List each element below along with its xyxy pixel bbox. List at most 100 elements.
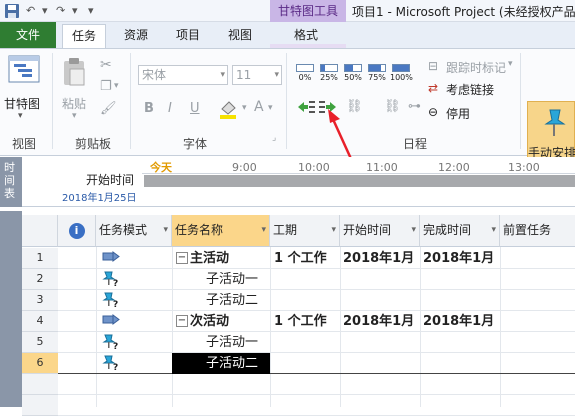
empty-row-header[interactable] <box>22 374 58 395</box>
font-size-combo[interactable]: 11 ▾ <box>232 65 282 85</box>
cut-icon[interactable]: ✂ <box>100 57 112 73</box>
tab-file[interactable]: 文件 <box>0 22 56 48</box>
duration-cell[interactable] <box>274 269 340 290</box>
column-header-duration[interactable]: 工期 ▾ <box>270 215 340 247</box>
tab-task[interactable]: 任务 <box>62 24 106 48</box>
collapse-icon[interactable]: − <box>176 252 188 264</box>
tab-format[interactable]: 格式 <box>286 24 326 48</box>
complete-0-button[interactable]: 0% <box>294 63 316 83</box>
grid-line <box>340 247 341 407</box>
start-cell[interactable] <box>343 332 420 353</box>
empty-row-header[interactable] <box>22 395 58 416</box>
task-name[interactable]: 子活动一 <box>206 269 270 290</box>
font-color-icon[interactable]: A <box>254 99 264 115</box>
start-cell[interactable]: 2018年1月 <box>343 248 420 269</box>
timeline-bar[interactable] <box>144 175 575 187</box>
select-all-header[interactable] <box>22 215 58 247</box>
split-task-icon[interactable]: ⊶ <box>408 99 421 114</box>
chevron-down-icon[interactable]: ▾ <box>163 215 168 245</box>
outdent-icon[interactable] <box>296 99 316 115</box>
gantt-chart-icon[interactable] <box>8 55 40 83</box>
chevron-down-icon[interactable]: ▾ <box>261 215 266 245</box>
complete-25-button[interactable]: 25% <box>318 63 340 83</box>
track-dropdown-icon[interactable]: ▾ <box>508 59 513 69</box>
gantt-chart-button[interactable]: 甘特图 <box>4 95 40 112</box>
duration-cell[interactable] <box>274 353 340 374</box>
duration-cell[interactable] <box>274 290 340 311</box>
paste-dropdown-icon[interactable]: ▾ <box>72 111 77 121</box>
task-name[interactable]: 子活动一 <box>206 332 270 353</box>
divider <box>52 53 53 149</box>
column-header-task-mode[interactable]: 任务模式 ▾ <box>96 215 172 247</box>
start-cell[interactable]: 2018年1月 <box>343 311 420 332</box>
tab-view[interactable]: 视图 <box>220 24 260 48</box>
finish-cell[interactable] <box>423 290 500 311</box>
font-dialog-launcher-icon[interactable]: ⌟ <box>272 133 276 143</box>
start-cell[interactable] <box>343 290 420 311</box>
task-name[interactable]: 子活动二 <box>172 353 270 374</box>
underline-button[interactable]: U <box>190 101 200 116</box>
start-cell[interactable] <box>343 269 420 290</box>
track-mark-icon[interactable]: ⊟ <box>428 59 438 73</box>
paste-icon[interactable] <box>62 57 88 87</box>
column-header-task-name[interactable]: 任务名称 ▾ <box>172 215 270 247</box>
pct-label: 50% <box>344 73 362 82</box>
row-id[interactable]: 3 <box>22 290 58 311</box>
gantt-dropdown-icon[interactable]: ▾ <box>18 111 23 121</box>
inactivate-icon[interactable]: ⊖ <box>428 105 438 119</box>
collapse-icon[interactable]: − <box>176 315 188 327</box>
finish-cell[interactable] <box>423 332 500 353</box>
task-name[interactable]: 主活动 <box>190 248 270 269</box>
fill-color-icon[interactable] <box>218 99 240 119</box>
column-header-start[interactable]: 开始时间 ▾ <box>340 215 420 247</box>
undo-icon[interactable]: ↶ <box>26 4 35 18</box>
progress-bar-icon <box>368 64 386 72</box>
respect-links-button[interactable]: 考虑链接 <box>446 81 494 98</box>
duration-cell[interactable]: 1 个工作 <box>274 311 340 332</box>
duration-cell[interactable]: 1 个工作 <box>274 248 340 269</box>
font-name-combo[interactable]: 宋体 ▾ <box>138 65 228 85</box>
finish-cell[interactable] <box>423 269 500 290</box>
paste-button[interactable]: 粘贴 <box>62 95 86 112</box>
save-icon[interactable] <box>4 3 20 19</box>
row-id[interactable]: 5 <box>22 332 58 353</box>
tab-project[interactable]: 项目 <box>168 24 208 48</box>
format-painter-icon[interactable]: 🖌 <box>100 101 117 116</box>
chevron-down-icon[interactable]: ▾ <box>491 215 496 245</box>
row-id[interactable]: 2 <box>22 269 58 290</box>
undo-dropdown-icon[interactable]: ▾ <box>42 4 48 18</box>
copy-icon[interactable]: ❐ <box>100 79 112 94</box>
task-name[interactable]: 次活动 <box>190 311 270 332</box>
inactivate-button[interactable]: 停用 <box>446 105 470 122</box>
start-cell[interactable] <box>343 353 420 374</box>
row-id[interactable]: 4 <box>22 311 58 332</box>
fill-color-dropdown-icon[interactable]: ▾ <box>242 103 247 113</box>
redo-icon[interactable]: ↷ <box>56 4 65 18</box>
complete-50-button[interactable]: 50% <box>342 63 364 83</box>
start-date-label: 2018年1月25日 <box>62 193 137 204</box>
complete-75-button[interactable]: 75% <box>366 63 388 83</box>
redo-dropdown-icon[interactable]: ▾ <box>72 4 78 18</box>
column-header-predecessors[interactable]: 前置任务 <box>500 215 575 247</box>
finish-cell[interactable] <box>423 353 500 374</box>
finish-cell[interactable]: 2018年1月 <box>423 311 500 332</box>
unlink-tasks-icon[interactable]: ⛓ <box>384 99 401 114</box>
mark-on-track-button[interactable]: 跟踪时标记 <box>446 59 506 76</box>
row-id[interactable]: 6 <box>22 353 58 374</box>
tab-resource[interactable]: 资源 <box>116 24 156 48</box>
font-color-dropdown-icon[interactable]: ▾ <box>268 103 273 113</box>
italic-button[interactable]: I <box>168 101 172 116</box>
chevron-down-icon[interactable]: ▾ <box>411 215 416 245</box>
chevron-down-icon[interactable]: ▾ <box>331 215 336 245</box>
duration-cell[interactable] <box>274 332 340 353</box>
customize-quick-access-icon[interactable]: ▾ <box>88 4 94 18</box>
finish-cell[interactable]: 2018年1月 <box>423 248 500 269</box>
complete-100-button[interactable]: 100% <box>390 63 413 83</box>
auto-scheduled-icon <box>102 314 120 325</box>
task-name[interactable]: 子活动二 <box>206 290 270 311</box>
respect-links-icon[interactable]: ⇄ <box>428 81 438 95</box>
bold-button[interactable]: B <box>144 101 154 116</box>
copy-dropdown-icon[interactable]: ▾ <box>114 81 119 91</box>
column-header-finish[interactable]: 完成时间 ▾ <box>420 215 500 247</box>
row-id[interactable]: 1 <box>22 248 58 269</box>
